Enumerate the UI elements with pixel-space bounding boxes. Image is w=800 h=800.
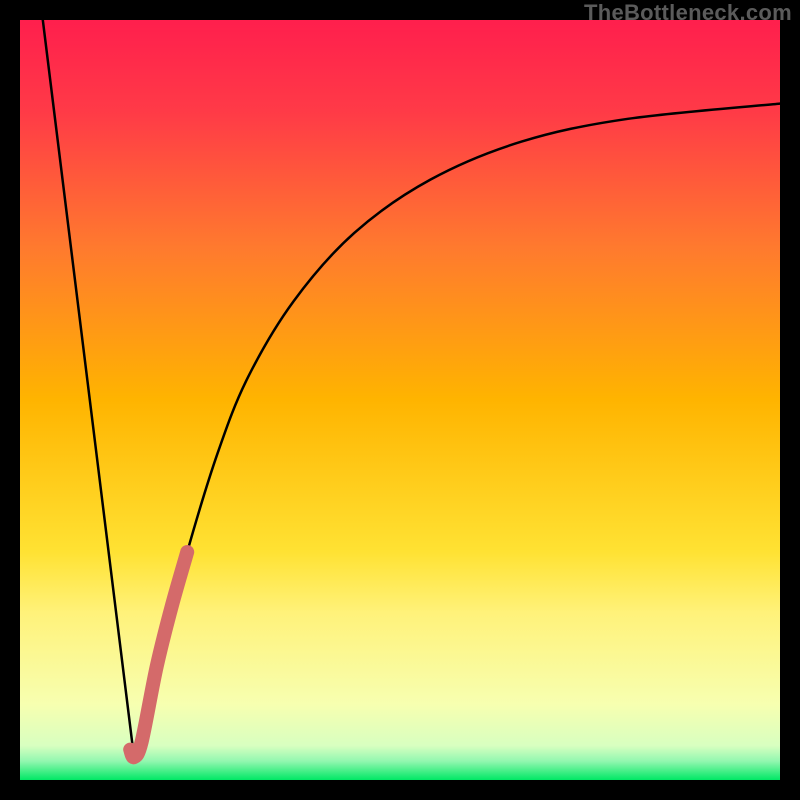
watermark-text: TheBottleneck.com: [584, 0, 792, 26]
plot-svg: [20, 20, 780, 780]
chart-frame: TheBottleneck.com: [0, 0, 800, 800]
plot-area: [20, 20, 780, 780]
gradient-fill: [20, 20, 780, 780]
